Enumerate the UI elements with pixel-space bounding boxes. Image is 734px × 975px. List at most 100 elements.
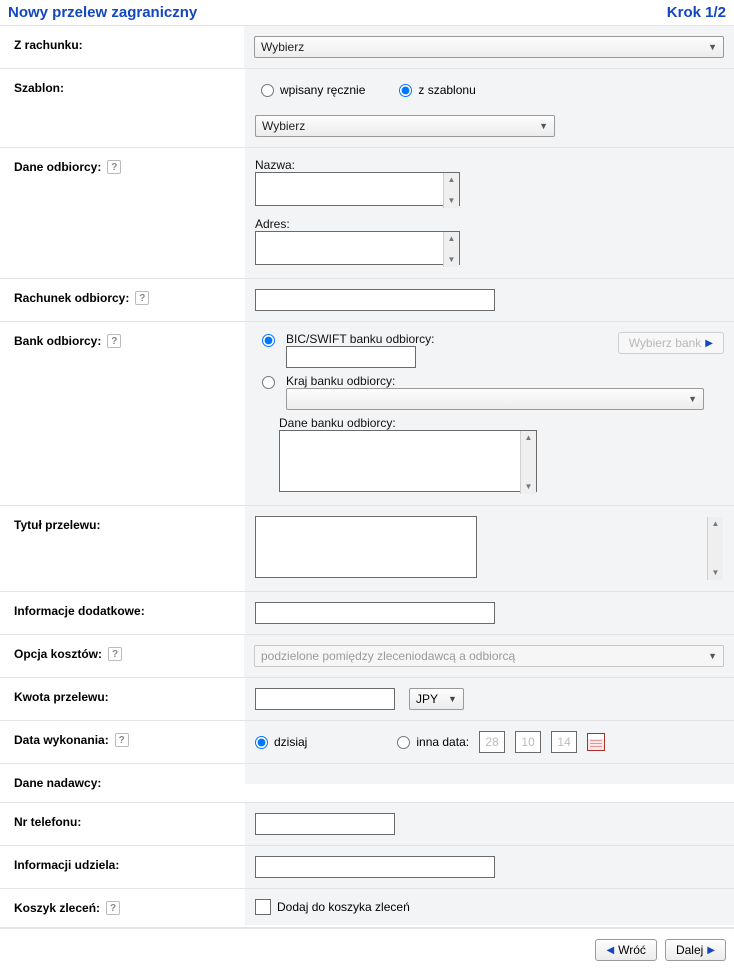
row-recipient: Dane odbiorcy: ? Nazwa: ▲▼ Adres: ▲▼ (0, 148, 734, 279)
date-today-radio[interactable]: dzisiaj (255, 735, 307, 749)
from-account-select[interactable]: Wybierz ▼ (254, 36, 724, 58)
recipient-label: Dane odbiorcy: ? (0, 148, 245, 186)
calendar-icon[interactable] (587, 733, 605, 751)
choose-bank-button[interactable]: Wybierz bank ▶ (618, 332, 724, 354)
template-select-text: Wybierz (262, 119, 305, 133)
help-icon[interactable]: ? (107, 334, 121, 348)
from-account-label: Z rachunku: (0, 26, 244, 64)
date-other-radio-label: inna data: (416, 735, 469, 749)
date-month-input[interactable]: 10 (515, 731, 541, 753)
next-button-label: Dalej (676, 943, 703, 957)
from-account-select-text: Wybierz (261, 40, 304, 54)
cost-option-select-text: podzielone pomiędzy zleceniodawcą a odbi… (261, 649, 515, 663)
template-radio-manual[interactable]: wpisany ręcznie (261, 83, 365, 97)
template-radio-from-template-label: z szablonu (418, 83, 475, 97)
back-button[interactable]: ◀ Wróć (595, 939, 656, 961)
help-icon[interactable]: ? (106, 901, 120, 915)
template-select[interactable]: Wybierz ▼ (255, 115, 555, 137)
chevron-down-icon: ▼ (708, 651, 717, 661)
help-icon[interactable]: ? (135, 291, 149, 305)
scrollbar[interactable]: ▲▼ (443, 232, 459, 267)
step-indicator: Krok 1/2 (667, 4, 726, 21)
date-year-input[interactable]: 14 (551, 731, 577, 753)
chevron-right-icon: ▶ (705, 338, 713, 349)
template-label: Szablon: (0, 69, 245, 107)
row-cost-option: Opcja kosztów: ? podzielone pomiędzy zle… (0, 635, 734, 678)
exec-date-label: Data wykonania: ? (0, 721, 245, 759)
form-footer: ◀ Wróć Dalej ▶ (0, 928, 734, 975)
currency-select[interactable]: JPY ▼ (409, 688, 464, 710)
transfer-title-label: Tytuł przelewu: (0, 506, 245, 544)
date-today-radio-input[interactable] (255, 736, 268, 749)
row-basket: Koszyk zleceń: ? Dodaj do koszyka zleceń (0, 889, 734, 928)
phone-input[interactable] (255, 813, 395, 835)
basket-checkbox-box[interactable] (255, 899, 271, 915)
extra-info-input[interactable] (255, 602, 495, 624)
help-icon[interactable]: ? (107, 160, 121, 174)
row-from-account: Z rachunku: Wybierz ▼ (0, 26, 734, 69)
template-radio-from-template-input[interactable] (399, 84, 412, 97)
recipient-name-input[interactable] (255, 172, 460, 206)
row-transfer-title: Tytuł przelewu: ▲▼ (0, 506, 734, 592)
page-title: Nowy przelew zagraniczny (8, 4, 197, 21)
amount-input[interactable] (255, 688, 395, 710)
form-container: Nowy przelew zagraniczny Krok 1/2 Z rach… (0, 0, 734, 975)
help-icon[interactable]: ? (115, 733, 129, 747)
extra-info-label: Informacje dodatkowe: (0, 592, 245, 630)
recipient-bank-label: Bank odbiorcy: ? (0, 322, 245, 360)
phone-label: Nr telefonu: (0, 803, 245, 841)
chevron-down-icon: ▼ (708, 42, 717, 52)
scrollbar[interactable]: ▲▼ (707, 517, 723, 580)
row-sender: Dane nadawcy: (0, 764, 734, 803)
template-radio-manual-label: wpisany ręcznie (280, 83, 365, 97)
basket-checkbox[interactable]: Dodaj do koszyka zleceń (255, 899, 724, 915)
cost-option-label: Opcja kosztów: ? (0, 635, 244, 673)
recipient-label-text: Dane odbiorcy: (14, 160, 101, 174)
form-header: Nowy przelew zagraniczny Krok 1/2 (0, 0, 734, 26)
amount-label: Kwota przelewu: (0, 678, 245, 716)
template-radio-from-template[interactable]: z szablonu (399, 83, 475, 97)
row-exec-date: Data wykonania: ? dzisiaj inna data: 28 … (0, 721, 734, 764)
bank-mode-country-radio[interactable] (262, 376, 275, 389)
recipient-bank-label-text: Bank odbiorcy: (14, 334, 101, 348)
date-today-radio-label: dzisiaj (274, 735, 307, 749)
basket-label: Koszyk zleceń: ? (0, 889, 245, 927)
back-button-label: Wróć (618, 943, 646, 957)
template-radio-manual-input[interactable] (261, 84, 274, 97)
cost-option-select[interactable]: podzielone pomiędzy zleceniodawcą a odbi… (254, 645, 724, 667)
chevron-left-icon: ◀ (606, 945, 614, 956)
bic-input[interactable] (286, 346, 416, 368)
date-day-input[interactable]: 28 (479, 731, 505, 753)
row-amount: Kwota przelewu: JPY ▼ (0, 678, 734, 721)
contact-input[interactable] (255, 856, 495, 878)
date-other-radio-input[interactable] (397, 736, 410, 749)
recipient-account-label-text: Rachunek odbiorcy: (14, 291, 129, 305)
cost-option-label-text: Opcja kosztów: (14, 647, 102, 661)
choose-bank-button-label: Wybierz bank (629, 336, 702, 350)
scrollbar[interactable]: ▲▼ (520, 431, 536, 494)
chevron-down-icon: ▼ (448, 694, 457, 704)
recipient-account-input[interactable] (255, 289, 495, 311)
next-button[interactable]: Dalej ▶ (665, 939, 726, 961)
recipient-account-label: Rachunek odbiorcy: ? (0, 279, 245, 317)
date-other-radio[interactable]: inna data: (397, 735, 469, 749)
scrollbar[interactable]: ▲▼ (443, 173, 459, 208)
chevron-down-icon: ▼ (539, 121, 548, 131)
template-radio-group: wpisany ręcznie z szablonu (255, 79, 724, 107)
transfer-title-input[interactable] (255, 516, 477, 578)
bank-country-label: Kraj banku odbiorcy: (286, 374, 724, 388)
row-contact: Informacji udziela: (0, 846, 734, 889)
recipient-address-label: Adres: (255, 217, 724, 231)
help-icon[interactable]: ? (108, 647, 122, 661)
bank-details-label: Dane banku odbiorcy: (279, 416, 724, 430)
exec-date-label-text: Data wykonania: (14, 733, 109, 747)
basket-checkbox-label: Dodaj do koszyka zleceń (277, 900, 410, 914)
bank-details-input[interactable] (279, 430, 537, 492)
bank-country-select[interactable]: ▼ (286, 388, 704, 410)
chevron-down-icon: ▼ (688, 394, 697, 404)
recipient-address-input[interactable] (255, 231, 460, 265)
bank-mode-bic-radio[interactable] (262, 334, 275, 347)
row-recipient-account: Rachunek odbiorcy: ? (0, 279, 734, 322)
row-recipient-bank: Bank odbiorcy: ? BIC/SWIFT banku odbiorc… (0, 322, 734, 506)
recipient-name-label: Nazwa: (255, 158, 724, 172)
